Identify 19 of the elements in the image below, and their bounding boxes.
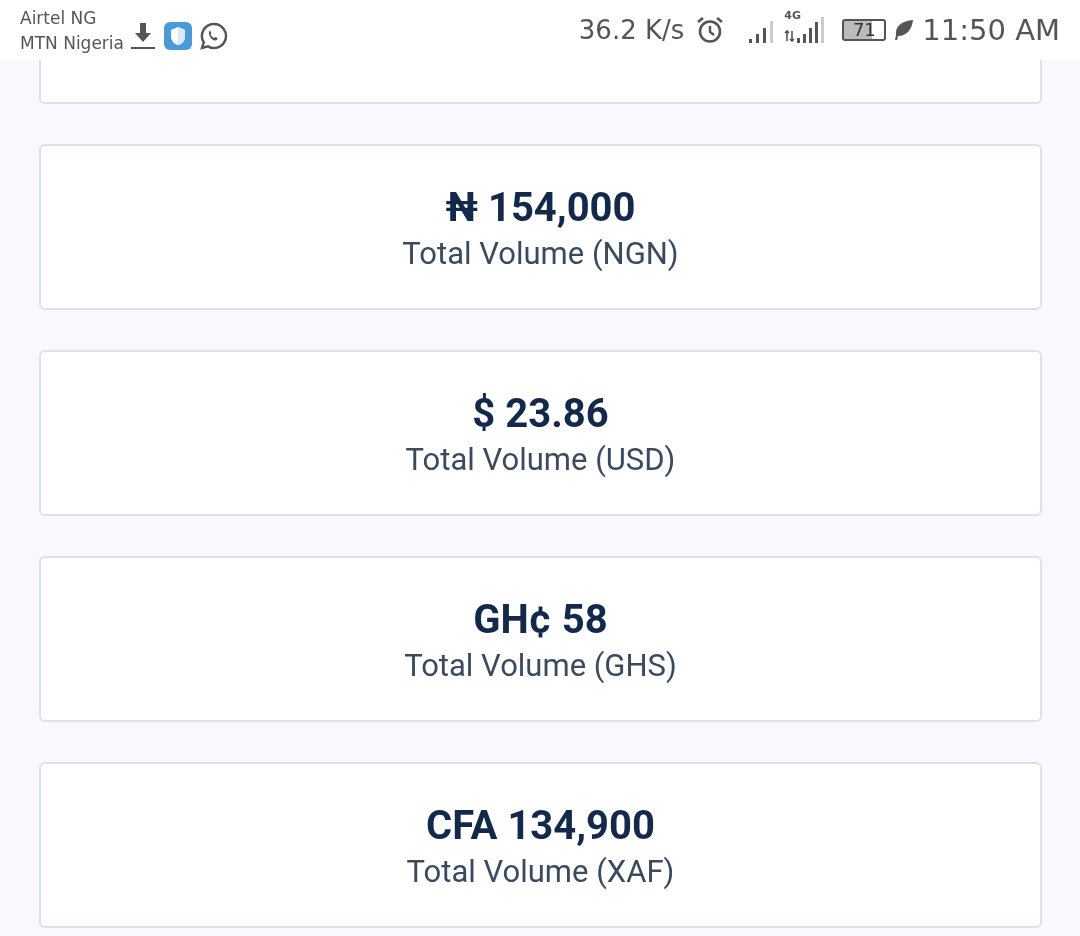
download-icon [130, 21, 156, 51]
stat-value: $ 23.86 [472, 390, 609, 438]
carrier-name: Airtel NG [20, 7, 98, 30]
network-speed: 36.2 K/s [578, 15, 685, 45]
battery-level: 71 [852, 21, 876, 39]
stat-value: GH¢ 58 [473, 596, 608, 644]
network-type: 4G [784, 10, 802, 21]
stat-label: Total Volume (XAF) [406, 852, 675, 892]
leaf-icon [894, 19, 915, 41]
stat-label: Total Volume (USD) [405, 440, 676, 480]
alarm-icon [696, 16, 725, 44]
carrier-name: MTN Nigeria [20, 32, 124, 55]
stat-label: Total Volume (NGN) [402, 234, 679, 274]
clock-time: 11:50 AM [922, 13, 1060, 47]
chat-icon [200, 22, 228, 50]
stat-label: Total Volume (GHS) [404, 646, 677, 686]
stat-value: CFA 134,900 [426, 802, 655, 850]
shield-icon [164, 22, 192, 50]
stat-value: ₦ 154,000 [445, 184, 636, 232]
